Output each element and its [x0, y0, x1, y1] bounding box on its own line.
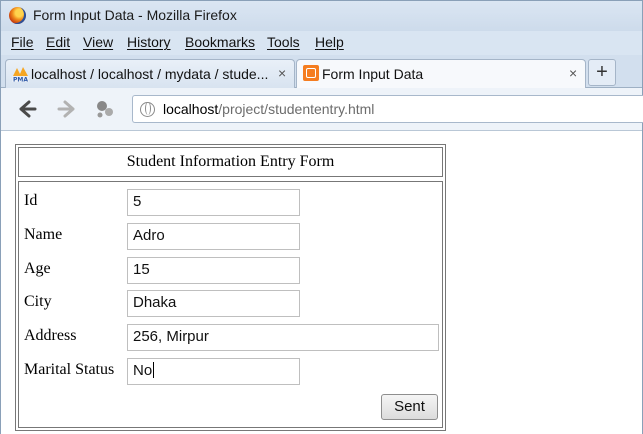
page-content: Student Information Entry Form Id 5 Name… [1, 132, 642, 434]
menu-view[interactable]: View [83, 34, 113, 50]
firefox-logo-icon [9, 7, 26, 24]
url-host: localhost [163, 101, 219, 117]
navigation-bar: localhost/project/studententry.html [1, 88, 643, 131]
browser-window: Form Input Data - Mozilla Firefox File E… [0, 0, 643, 434]
text-caret [153, 362, 155, 378]
city-label: City [24, 293, 52, 310]
close-tab-icon[interactable]: × [278, 65, 286, 81]
tab-label: localhost / localhost / mydata / stude..… [31, 66, 269, 82]
menu-tools[interactable]: Tools [267, 34, 300, 50]
menu-history[interactable]: History [127, 34, 171, 50]
new-tab-button[interactable]: + [588, 59, 616, 86]
marital-status-label: Marital Status [24, 361, 115, 378]
age-input[interactable]: 15 [127, 257, 300, 284]
site-info-icon[interactable] [93, 97, 117, 121]
url-text: localhost/project/studententry.html [163, 101, 374, 117]
url-path: /project/studententry.html [218, 101, 375, 117]
svg-text:PMA: PMA [13, 77, 28, 83]
address-label: Address [24, 327, 77, 344]
menu-file[interactable]: File [11, 34, 34, 50]
sent-button[interactable]: Sent [381, 394, 438, 420]
tab-form-input-data[interactable]: Form Input Data × [296, 59, 586, 89]
marital-status-input[interactable]: No [127, 358, 300, 385]
window-title: Form Input Data - Mozilla Firefox [33, 7, 237, 23]
id-input[interactable]: 5 [127, 189, 300, 216]
id-label: Id [24, 192, 38, 209]
url-bar[interactable]: localhost/project/studententry.html [132, 95, 643, 123]
menu-bookmarks[interactable]: Bookmarks [185, 34, 255, 50]
address-input[interactable]: 256, Mirpur [127, 324, 439, 351]
tab-bar: PMA localhost / localhost / mydata / stu… [1, 55, 642, 89]
tab-label: Form Input Data [322, 66, 424, 82]
tab-phpmyadmin[interactable]: PMA localhost / localhost / mydata / stu… [5, 59, 295, 88]
forward-icon[interactable] [55, 97, 79, 121]
phpmyadmin-icon: PMA [12, 67, 29, 83]
back-icon[interactable] [15, 97, 39, 121]
form-title: Student Information Entry Form [18, 147, 443, 177]
form-fields: Id 5 Name Adro Age 15 City Dhaka Address… [18, 181, 443, 428]
name-input[interactable]: Adro [127, 223, 300, 250]
xampp-icon [303, 65, 319, 81]
name-label: Name [24, 226, 63, 243]
age-label: Age [24, 260, 51, 277]
menu-bar: File Edit View History Bookmarks Tools H… [1, 31, 642, 55]
menu-help[interactable]: Help [315, 34, 344, 50]
marital-status-value: No [133, 362, 153, 379]
menu-edit[interactable]: Edit [46, 34, 70, 50]
student-entry-form: Student Information Entry Form Id 5 Name… [15, 144, 446, 431]
globe-icon [140, 102, 155, 117]
title-bar: Form Input Data - Mozilla Firefox [1, 1, 642, 31]
city-input[interactable]: Dhaka [127, 290, 300, 317]
close-tab-icon[interactable]: × [569, 65, 577, 81]
